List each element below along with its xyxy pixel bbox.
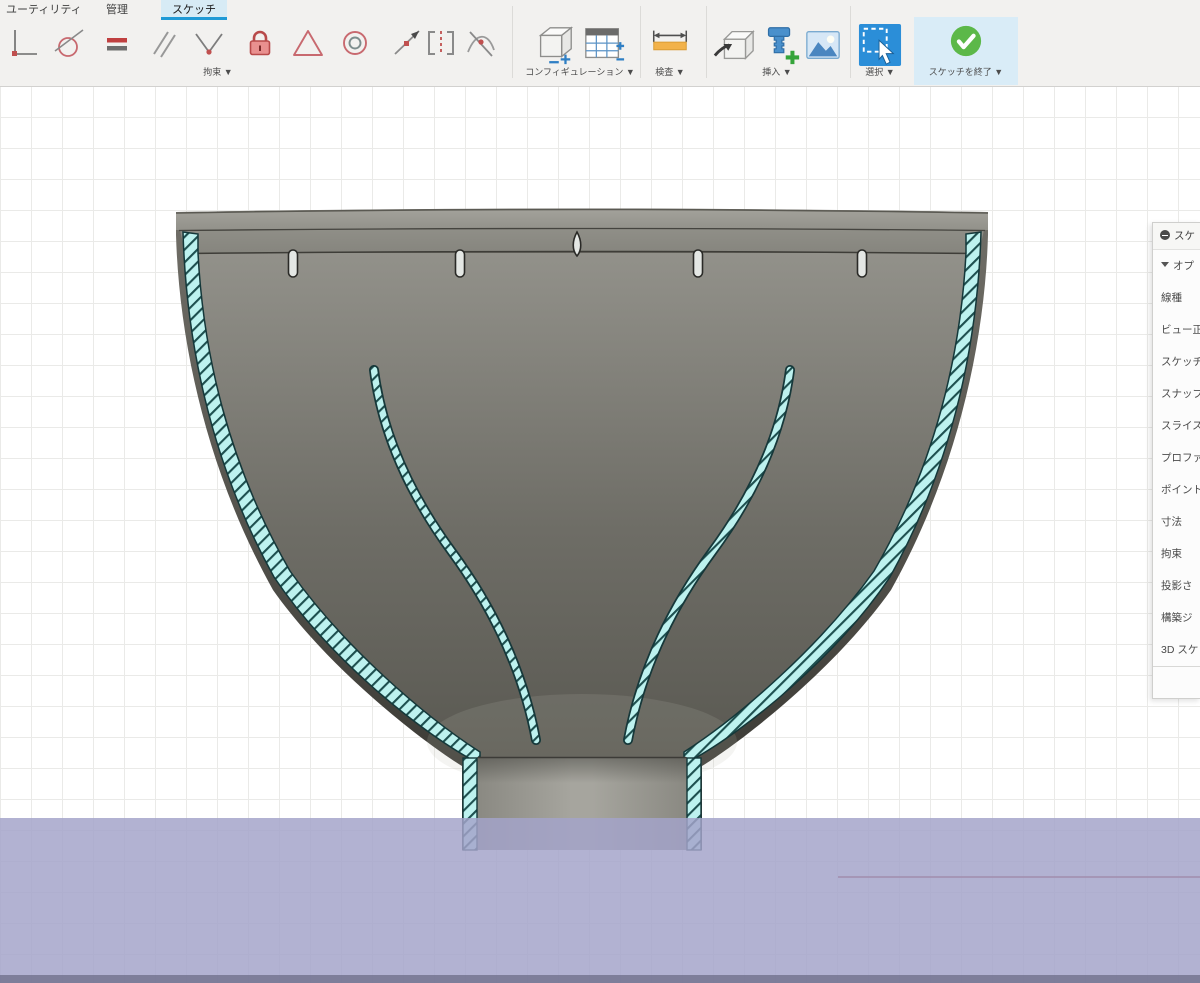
video-subtitle-band <box>0 818 1200 983</box>
configuration-dropdown[interactable]: コンフィギュレーション ▼ <box>516 65 644 78</box>
panel-item-points[interactable]: ポイント <box>1153 474 1200 506</box>
tangent-icon[interactable] <box>52 26 86 60</box>
chevron-down-icon <box>1161 262 1169 267</box>
subtitle-bottom-strip <box>0 975 1200 983</box>
equal-icon[interactable] <box>100 26 134 60</box>
tab-manage[interactable]: 管理 <box>100 0 134 20</box>
panel-item-snap[interactable]: スナップ <box>1153 378 1200 410</box>
curvature-icon[interactable] <box>464 26 498 60</box>
toolbar-separator <box>706 6 707 78</box>
measure-icon[interactable] <box>648 23 692 67</box>
finish-sketch-check-icon <box>949 24 983 58</box>
panel-footer <box>1153 666 1200 703</box>
lock-icon[interactable] <box>243 26 277 60</box>
panel-item-dimensions[interactable]: 寸法 <box>1153 506 1200 538</box>
panel-item-look-at[interactable]: ビュー正 <box>1153 314 1200 346</box>
inspect-dropdown[interactable]: 検査 ▼ <box>638 65 702 78</box>
midpoint-icon[interactable] <box>192 26 226 60</box>
select-window-icon[interactable] <box>858 23 902 67</box>
collapse-icon <box>1160 230 1170 240</box>
concentric-icon[interactable] <box>338 26 372 60</box>
point-on-object-icon[interactable] <box>390 26 424 60</box>
insert-fastener-icon[interactable] <box>758 23 802 67</box>
parallel-icon[interactable] <box>146 26 180 60</box>
sketch-palette-panel: スケ オプ 線種 ビュー正 スケッチ スナップ スライス プロファ ポイント 寸… <box>1152 222 1200 699</box>
sketch-palette-header[interactable]: スケ <box>1153 223 1200 250</box>
panel-item-projected[interactable]: 投影さ <box>1153 570 1200 602</box>
constraints-dropdown[interactable]: 拘束 ▼ <box>188 65 248 78</box>
tab-sketch[interactable]: スケッチ <box>161 0 227 20</box>
configuration-table-icon[interactable] <box>582 23 626 67</box>
tab-utility[interactable]: ユーティリティ <box>0 0 88 20</box>
sketch-palette-title: スケ <box>1174 230 1195 242</box>
insert-derive-icon[interactable] <box>712 23 756 67</box>
symmetry-icon[interactable] <box>424 26 458 60</box>
finish-sketch-button[interactable]: スケッチを終了 ▼ <box>914 17 1018 85</box>
sketch-toolbar: ユーティリティ 管理 スケッチ <box>0 0 1200 87</box>
insert-dropdown[interactable]: 挿入 ▼ <box>745 65 809 78</box>
panel-item-slice[interactable]: スライス <box>1153 410 1200 442</box>
panel-item-options[interactable]: オプ <box>1153 250 1200 282</box>
panel-item-sketch-grid[interactable]: スケッチ <box>1153 346 1200 378</box>
insert-image-icon[interactable] <box>804 26 842 64</box>
polygon-icon[interactable] <box>291 26 325 60</box>
panel-item-profile[interactable]: プロファ <box>1153 442 1200 474</box>
panel-item-linetype[interactable]: 線種 <box>1153 282 1200 314</box>
panel-item-constraints[interactable]: 拘束 <box>1153 538 1200 570</box>
finish-sketch-label: スケッチを終了 ▼ <box>914 65 1018 78</box>
perpendicular-icon[interactable] <box>6 26 40 60</box>
panel-item-construction[interactable]: 構築ジ <box>1153 602 1200 634</box>
select-dropdown[interactable]: 選択 ▼ <box>848 65 912 78</box>
panel-item-3d-sketch[interactable]: 3D スケ <box>1153 634 1200 666</box>
configuration-cube-icon[interactable] <box>532 23 576 67</box>
toolbar-separator <box>512 6 513 78</box>
